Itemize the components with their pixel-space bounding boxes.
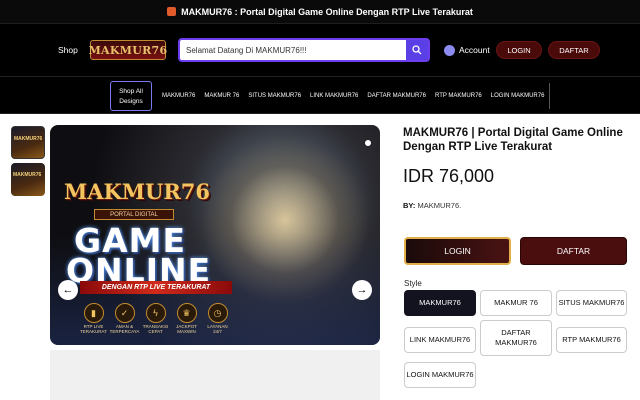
feature-layanan: ◷ LAYANAN 24/7 <box>204 303 231 334</box>
thumbnail-label: MAKMUR76 <box>14 136 43 142</box>
vendor-name[interactable]: MAKMUR76. <box>417 201 461 210</box>
bolt-icon: ϟ <box>145 303 166 323</box>
account-link[interactable]: Account <box>444 24 490 76</box>
hero-sub-brand: PORTAL DIGITAL <box>94 209 174 220</box>
user-icon <box>444 44 455 56</box>
style-option-login-makmur76[interactable]: LOGIN MAKMUR76 <box>404 362 476 388</box>
slide-indicator-dot[interactable] <box>365 140 371 146</box>
nav-items: MAKMUR76 MAKMUR 76 SITUS MAKMUR76 LINK M… <box>162 77 544 115</box>
style-option-rtp-makmur76[interactable]: RTP MAKMUR76 <box>556 327 627 353</box>
product-vendor: BY: MAKMUR76. <box>403 201 461 210</box>
daftar-button-top[interactable]: DAFTAR <box>548 41 600 59</box>
login-button[interactable]: LOGIN <box>404 237 511 265</box>
style-option-situs-makmur76[interactable]: SITUS MAKMUR76 <box>556 290 627 316</box>
product-hero-image: MAKMUR76 PORTAL DIGITAL GAME ONLINE DENG… <box>50 125 380 345</box>
thumbnail-label: MAKMUR76 <box>13 172 42 178</box>
style-option-daftar-makmur76[interactable]: DAFTAR MAKMUR76 <box>480 320 552 356</box>
nav-item-makmur76[interactable]: MAKMUR76 <box>162 93 195 99</box>
product-thumbnail-1[interactable]: MAKMUR76 <box>11 126 45 159</box>
carousel-next-arrow-icon[interactable]: → <box>352 280 372 300</box>
style-option-link-makmur76[interactable]: LINK MAKMUR76 <box>404 327 476 353</box>
clock-icon: ◷ <box>207 303 228 323</box>
announcement-text: MAKMUR76 : Portal Digital Game Online De… <box>181 6 473 17</box>
product-title: MAKMUR76 | Portal Digital Game Online De… <box>403 127 623 153</box>
carousel-prev-arrow-icon[interactable]: ← <box>58 280 78 300</box>
nav-item-login-makmur76[interactable]: LOGIN MAKMUR76 <box>491 93 545 99</box>
feature-transaksi: ϟ TRANSAKSI CEPAT <box>142 303 169 334</box>
daftar-button[interactable]: DAFTAR <box>520 237 627 265</box>
shop-link[interactable]: Shop <box>58 24 78 76</box>
account-label: Account <box>459 45 490 55</box>
nav-item-link-makmur76[interactable]: LINK MAKMUR76 <box>310 93 358 99</box>
feature-rtp: ▮ RTP LIVE TERAKURAT <box>80 303 107 334</box>
chart-icon: ▮ <box>83 303 104 323</box>
nav-item-situs-makmur76[interactable]: SITUS MAKMUR76 <box>248 93 301 99</box>
announcement-bar: MAKMUR76 : Portal Digital Game Online De… <box>0 0 640 24</box>
nav-item-rtp-makmur76[interactable]: RTP MAKMUR76 <box>435 93 482 99</box>
vendor-label: BY: <box>403 201 416 210</box>
product-price: IDR 76,000 <box>403 166 495 186</box>
gift-icon <box>167 7 177 16</box>
search-input[interactable] <box>180 45 406 55</box>
product-section: MAKMUR76 MAKMUR76 MAKMUR76 PORTAL DIGITA… <box>0 114 640 400</box>
main-nav: Shop All Designs MAKMUR76 MAKMUR 76 SITU… <box>0 76 640 114</box>
site-header: Shop MAKMUR76 Account LOGIN DAFTAR <box>0 24 640 76</box>
nav-item-makmur-76[interactable]: MAKMUR 76 <box>204 93 239 99</box>
media-area-background <box>50 350 380 400</box>
nav-divider <box>549 83 550 109</box>
feature-jackpot: ♛ JACKPOT MAXWIN <box>173 303 200 334</box>
shield-icon: ✓ <box>114 303 135 323</box>
hero-features: ▮ RTP LIVE TERAKURAT ✓ AMAN & TERPERCAYA ϟ… <box>80 303 231 334</box>
style-option-makmur76[interactable]: MAKMUR76 <box>404 290 476 316</box>
trophy-icon: ♛ <box>176 303 197 323</box>
shop-all-designs-button[interactable]: Shop All Designs <box>110 81 152 111</box>
nav-item-daftar-makmur76[interactable]: DAFTAR MAKMUR76 <box>367 93 426 99</box>
site-logo[interactable]: MAKMUR76 <box>89 40 167 60</box>
login-button-top[interactable]: LOGIN <box>496 41 542 59</box>
product-thumbnail-2[interactable]: MAKMUR76 <box>11 163 45 196</box>
feature-aman: ✓ AMAN & TERPERCAYA <box>110 303 139 334</box>
style-label: Style <box>404 279 422 288</box>
search-button[interactable] <box>406 40 428 60</box>
style-option-makmur-76[interactable]: MAKMUR 76 <box>480 290 552 316</box>
hero-brand: MAKMUR76 <box>64 179 211 204</box>
search-icon <box>412 45 422 55</box>
hero-tagline: DENGAN RTP LIVE TERAKURAT <box>80 281 232 294</box>
search-bar <box>178 38 430 62</box>
